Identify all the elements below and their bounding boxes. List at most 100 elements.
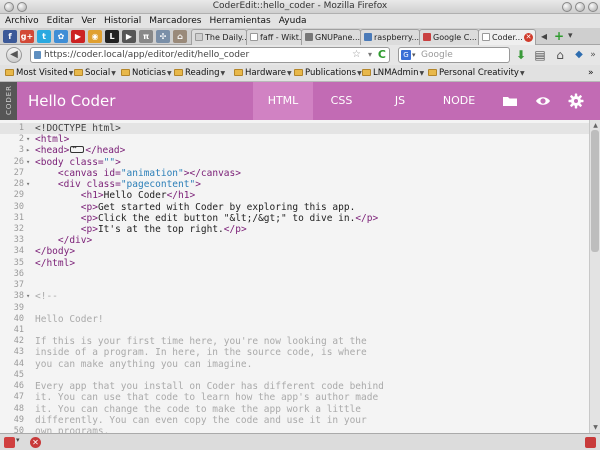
code-line[interactable]: 27 <canvas id="animation"></canvas> [0,168,589,179]
photo-icon[interactable]: ◉ [88,30,102,43]
code-line[interactable]: 38 ▾ <!-- [0,291,589,302]
menu-historial[interactable]: Historial [104,16,141,26]
code-line[interactable]: 26 ▾ <body class=""> [0,157,589,168]
pinwheel-icon[interactable]: ✿ [54,30,68,43]
gear-icon[interactable] [568,93,584,109]
code-line[interactable]: 28 ▾ <div class="pagecontent"> [0,179,589,190]
pi-icon[interactable]: π [139,30,153,43]
folder-icon[interactable] [502,93,518,109]
bookmarks-overflow-icon[interactable]: » [588,67,594,79]
code-line[interactable]: 39 [0,303,589,314]
code-line[interactable]: 30 <p>Get started with Coder by explorin… [0,202,589,213]
search-engine-dropdown-icon[interactable]: ▾ [412,48,416,62]
overflow-icon[interactable]: » [586,48,600,62]
code-line[interactable]: 37 [0,280,589,291]
bookmark-star-icon[interactable]: ☆ [352,48,361,62]
code-line[interactable]: 33 </div> [0,235,589,246]
code-line[interactable]: 40 Hello Coder! [0,314,589,325]
fold-expanded-icon[interactable]: ▾ [26,157,30,168]
folded-code-icon[interactable] [70,142,85,154]
code-line[interactable]: 34 </body> [0,246,589,257]
bookmark-hardware[interactable]: Hardware▼ [234,67,292,80]
close-window-button[interactable] [588,2,598,12]
menu-editar[interactable]: Editar [47,16,74,26]
tab-js[interactable]: JS [370,82,430,120]
facebook-icon[interactable]: f [3,30,17,43]
download-icon[interactable]: ⬇ [514,48,528,62]
code-line[interactable]: 35 </html> [0,258,589,269]
tab-the-daily[interactable]: The Daily... [191,29,247,45]
bookmark-publications[interactable]: Publications▼ [294,67,362,80]
search-bar[interactable]: G ▾ Google [398,47,510,63]
editor-scrollbar[interactable]: ▲ ▼ [589,120,600,433]
scroll-tabs-icon[interactable]: ◂ [541,30,547,43]
bookmark-reading[interactable]: Reading▼ [174,67,225,80]
code-line[interactable]: 41 [0,325,589,336]
back-button[interactable]: ◀ [6,47,22,63]
code-line[interactable]: 42 If this is your first time here, you'r… [0,336,589,347]
fold-expanded-icon[interactable]: ▾ [26,291,30,302]
menu-archivo[interactable]: Archivo [5,16,39,26]
code-line[interactable]: 3▸ <head> </head> [0,142,589,156]
scroll-up-icon[interactable]: ▲ [591,121,600,130]
scroll-thumb[interactable] [591,130,599,252]
code-line[interactable]: 29 <h1>Hello Coder</h1> [0,190,589,201]
abp-dropdown-icon[interactable]: ▾ [16,436,20,444]
code-line[interactable]: 47 it. You can use that code to learn how… [0,392,589,403]
code-line[interactable]: 31 <p>Click the edit button "&lt;/&gt;" … [0,213,589,224]
home-icon[interactable]: ⌂ [173,30,187,43]
network-icon[interactable]: ✣ [156,30,170,43]
close-icon[interactable]: ✕ [30,437,41,448]
code-line[interactable]: 32 <p>It's at the top right.</p> [0,224,589,235]
home-icon[interactable]: ⌂ [553,48,567,62]
coder-logo[interactable]: CODER [0,82,17,120]
tab-wiktionary[interactable]: faff - Wikt... [246,29,302,45]
code-line[interactable]: 48 it. You can change the code to make th… [0,404,589,415]
fold-collapsed-icon[interactable]: ▸ [26,145,30,156]
menu-marcadores[interactable]: Marcadores [149,16,201,26]
code-line[interactable]: 36 [0,269,589,280]
code-line[interactable]: 44 you can make anything you can imagine. [0,359,589,370]
code-line[interactable]: 49 differently. You can even copy the cod… [0,415,589,426]
maximize-button[interactable] [575,2,585,12]
eye-icon[interactable] [535,93,551,109]
googleplus-icon[interactable]: g+ [20,30,34,43]
menu-ver[interactable]: Ver [81,16,96,26]
reload-icon[interactable]: C [378,48,386,62]
code-editor[interactable]: 1<!DOCTYPE html>2▾<html>3▸<head></head>2… [0,120,589,433]
close-tab-icon[interactable]: ✕ [524,33,533,42]
code-line[interactable]: 43 inside of a program. In here, in the s… [0,347,589,358]
tab-coder[interactable]: Coder... ✕ [478,29,536,45]
bookmark-most-visited[interactable]: Most Visited▼ [5,67,73,80]
status-addon-icon[interactable] [585,437,596,448]
addon-icon[interactable]: ◆ [572,48,586,62]
menu-herramientas[interactable]: Herramientas [209,16,270,26]
bookmark-social[interactable]: Social▼ [74,67,116,80]
url-dropdown-icon[interactable]: ▾ [368,48,372,62]
search-engine-icon[interactable]: G [401,50,411,60]
code-line[interactable]: 2 ▾ <html> [0,134,589,145]
tab-css[interactable]: CSS [313,82,370,120]
lastpass-icon[interactable]: L [105,30,119,43]
scroll-down-icon[interactable]: ▼ [591,423,600,432]
bookmarks-menu-icon[interactable]: ▤ [533,48,547,62]
bookmark-noticias[interactable]: Noticias▼ [121,67,172,80]
tab-gnupanel[interactable]: GNUPane... [301,29,361,45]
youtube-icon[interactable]: ▶ [71,30,85,43]
tab-html[interactable]: HTML [253,82,313,125]
code-line[interactable]: 45 [0,370,589,381]
minimize-button[interactable] [562,2,572,12]
fold-expanded-icon[interactable]: ▾ [26,179,30,190]
tab-google[interactable]: Google C... [419,29,479,45]
twitter-icon[interactable]: t [37,30,51,43]
play-icon[interactable]: ▶ [122,30,136,43]
abp-icon[interactable] [4,437,15,448]
search-input[interactable]: Google [421,50,453,60]
bookmark-lnmadmin[interactable]: LNMAdmin▼ [362,67,424,80]
menu-ayuda[interactable]: Ayuda [279,16,307,26]
code-line[interactable]: 50 own programs. [0,426,589,433]
tab-list-button[interactable]: ▾ [568,30,573,43]
fold-expanded-icon[interactable]: ▾ [26,134,30,145]
url-bar[interactable]: https://coder.local/app/editor/edit/hell… [30,47,390,63]
code-line[interactable]: 1 <!DOCTYPE html> [0,123,589,135]
